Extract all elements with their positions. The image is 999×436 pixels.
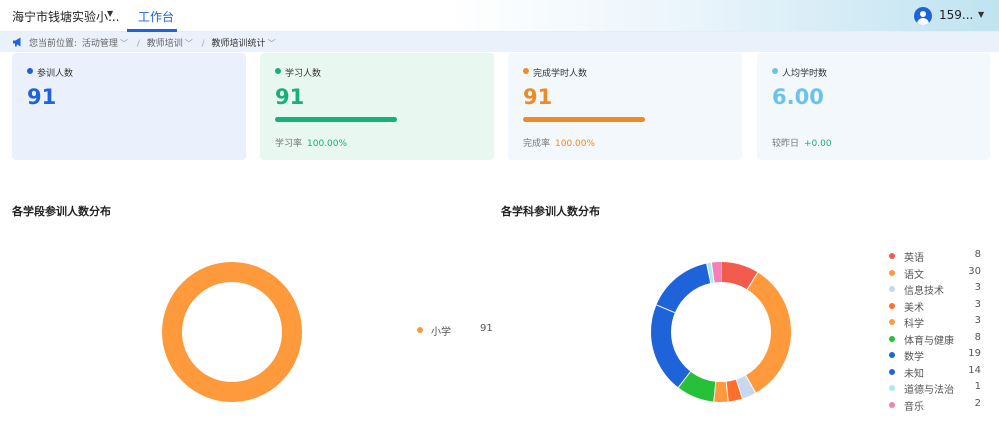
caret-down-icon[interactable]: ▼: [978, 10, 984, 19]
stat-sub: 完成率 100.00%: [523, 136, 595, 149]
stat-value: 91: [27, 85, 57, 109]
legend-label: 音乐: [904, 401, 924, 413]
legend-item[interactable]: 美术 3: [889, 298, 984, 315]
caret-down-icon[interactable]: ▼: [107, 9, 113, 18]
stat-sub: 学习率 100.00%: [275, 136, 347, 149]
stat-label: 学习人数: [285, 69, 322, 79]
chevron-down-icon[interactable]: ﹀: [268, 39, 276, 48]
legend-value: 14: [968, 364, 981, 376]
legend-label: 小学: [431, 327, 451, 338]
stat-sub-label: 完成率: [523, 139, 551, 149]
legend-value: 3: [974, 315, 981, 326]
legend-dot: [889, 352, 895, 358]
legend-dot: [889, 269, 895, 276]
legend-item[interactable]: 小学 91: [417, 323, 497, 338]
legend-label: 英语: [904, 253, 924, 264]
legend-dot: [417, 327, 423, 333]
breadcrumb-item-current[interactable]: 教师培训统计: [212, 39, 266, 49]
legend-item[interactable]: 信息技术 3: [889, 281, 984, 298]
donut-chart-stage: [162, 262, 302, 402]
legend-label: 信息技术: [904, 286, 944, 297]
progress-bar: [275, 117, 397, 122]
legend-dot: [889, 319, 895, 325]
legend-item[interactable]: 未知 14: [889, 364, 984, 381]
chart-title-subject: 各学科参训人数分布: [501, 205, 600, 218]
chart-legend-stage: 小学 91: [417, 323, 497, 338]
legend-label: 体育与健康: [904, 335, 954, 347]
legend-item[interactable]: 数学 19: [889, 347, 984, 364]
stat-card-participants: 参训人数 91: [12, 53, 246, 160]
legend-item[interactable]: 科学 3: [889, 314, 984, 331]
legend-item[interactable]: 道德与法治 1: [889, 380, 984, 397]
progress-bar: [523, 117, 645, 122]
breadcrumb-item[interactable]: 教师培训: [147, 39, 183, 49]
status-dot: [523, 68, 529, 74]
legend-value: 1: [974, 381, 981, 392]
legend-label: 语文: [904, 269, 924, 281]
legend-value: 8: [974, 249, 981, 260]
legend-label: 未知: [904, 368, 924, 380]
stat-sub-label: 较昨日: [772, 139, 800, 149]
stat-value: 91: [275, 85, 305, 109]
legend-value: 19: [968, 348, 981, 359]
breadcrumb-item[interactable]: 活动管理: [82, 39, 118, 49]
legend-label: 数学: [904, 352, 924, 363]
legend-dot: [889, 368, 895, 375]
status-dot: [27, 68, 33, 74]
legend-value: 30: [968, 265, 981, 277]
megaphone-icon: [13, 37, 21, 47]
stat-sub: 较昨日 +0.00: [772, 136, 832, 149]
stat-label: 参训人数: [37, 69, 74, 79]
stat-card-avg-hours: 人均学时数 6.00 较昨日 +0.00: [757, 53, 990, 160]
stat-sub-value: 100.00%: [307, 139, 348, 149]
stat-label: 人均学时数: [782, 69, 828, 79]
breadcrumb: 您当前位置: 活动管理 ﹀ / 教师培训 ﹀ / 教师培训统计 ﹀: [29, 36, 278, 49]
donut-slice-小学[interactable]: [162, 262, 302, 402]
chart-legend-subject: 英语 8 语文 30 信息技术 3 美术 3 科学 3 体育与健康 8 数学 19 未知 14 道德与法治 1 音乐…: [889, 248, 984, 413]
status-dot: [275, 68, 281, 74]
legend-value: 3: [974, 282, 981, 293]
stat-card-learners: 学习人数 91 学习率 100.00%: [260, 53, 494, 160]
legend-label: 科学: [904, 319, 924, 330]
stat-card-completed: 完成学时人数 91 完成率 100.00%: [508, 53, 742, 160]
stat-label: 完成学时人数: [533, 69, 588, 79]
stat-sub-value: 100.00%: [555, 139, 596, 149]
status-dot: [772, 68, 778, 74]
legend-value: 2: [974, 397, 981, 409]
stat-sub-value: +0.00: [804, 139, 832, 149]
stat-sub-label: 学习率: [275, 139, 303, 149]
legend-label: 美术: [904, 302, 924, 314]
chevron-down-icon[interactable]: ﹀: [185, 39, 193, 48]
breadcrumb-prefix: 您当前位置:: [29, 39, 78, 49]
tab-workbench[interactable]: 工作台: [138, 8, 174, 25]
school-selector[interactable]: 海宁市钱塘实验小...: [12, 8, 119, 25]
user-avatar-icon[interactable]: [914, 7, 932, 25]
legend-item[interactable]: 体育与健康 8: [889, 331, 984, 348]
donut-chart-subject: [651, 262, 791, 402]
legend-dot: [889, 253, 895, 259]
legend-value: 3: [974, 298, 981, 310]
user-name[interactable]: 159...: [939, 8, 973, 22]
chevron-down-icon[interactable]: ﹀: [120, 39, 128, 48]
stat-value: 91: [523, 85, 553, 109]
breadcrumb-separator: /: [201, 39, 205, 49]
legend-dot: [889, 286, 895, 292]
legend-dot: [889, 385, 895, 391]
legend-dot: [889, 401, 895, 408]
legend-item[interactable]: 音乐 2: [889, 397, 984, 414]
chart-title-stage: 各学段参训人数分布: [12, 205, 111, 218]
legend-value: 8: [974, 331, 981, 343]
legend-dot: [889, 335, 895, 342]
breadcrumb-separator: /: [136, 39, 140, 49]
legend-label: 道德与法治: [904, 385, 954, 396]
legend-value: 91: [480, 323, 493, 334]
legend-dot: [889, 302, 895, 309]
stat-value: 6.00: [772, 85, 824, 109]
legend-item[interactable]: 语文 30: [889, 265, 984, 282]
legend-item[interactable]: 英语 8: [889, 248, 984, 265]
